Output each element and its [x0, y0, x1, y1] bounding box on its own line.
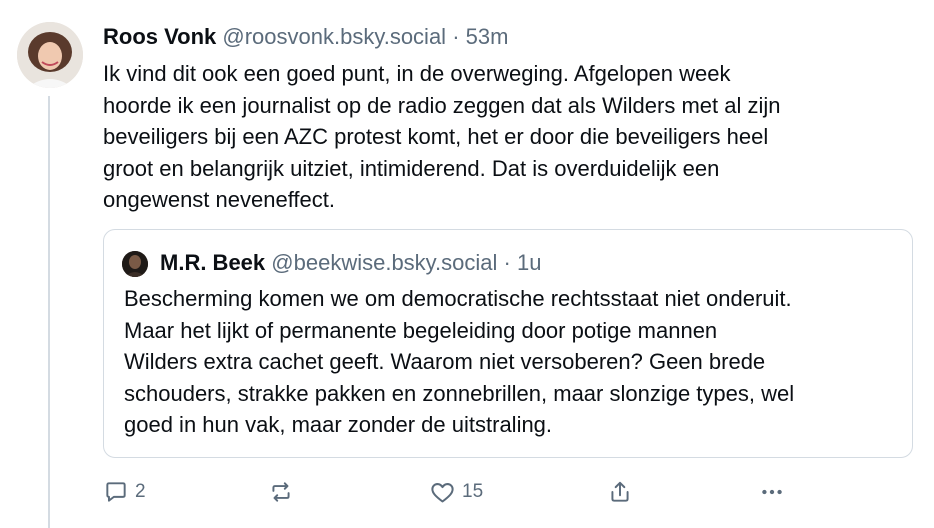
quote-text: Bescherming komen we om democratische re… — [124, 286, 795, 437]
quote-author-handle[interactable]: @beekwise.bsky.social — [271, 250, 497, 275]
quote-header: M.R. Beek @beekwise.bsky.social · 1u — [160, 249, 541, 277]
quote-author-name[interactable]: M.R. Beek — [160, 250, 265, 275]
more-icon — [762, 489, 782, 495]
like-button[interactable]: 15 — [429, 476, 483, 508]
avatar[interactable] — [17, 22, 83, 88]
more-button[interactable] — [759, 476, 785, 508]
post-text: Ik vind dit ook een goed punt, in de ove… — [103, 61, 781, 212]
separator: · — [452, 24, 460, 49]
repost-icon — [272, 482, 290, 502]
heart-icon — [431, 482, 454, 503]
quote-post[interactable]: M.R. Beek @beekwise.bsky.social · 1u Bes… — [103, 229, 913, 458]
author-handle[interactable]: @roosvonk.bsky.social — [222, 24, 446, 49]
avatar-image — [17, 22, 83, 88]
repost-button[interactable] — [268, 476, 294, 508]
reply-icon — [106, 482, 126, 502]
action-bar: 2 15 — [103, 476, 803, 508]
reply-button[interactable]: 2 — [103, 476, 146, 508]
thread-line — [48, 96, 50, 528]
post-header: Roos Vonk @roosvonk.bsky.social · 53m — [103, 23, 508, 51]
share-button[interactable] — [607, 476, 633, 508]
post-time[interactable]: 53m — [466, 24, 509, 49]
author-name[interactable]: Roos Vonk — [103, 24, 216, 49]
quote-avatar[interactable] — [122, 251, 148, 277]
quote-separator: · — [503, 250, 511, 275]
quote-avatar-image — [122, 251, 148, 277]
share-icon — [611, 481, 629, 502]
reply-count: 2 — [135, 481, 146, 502]
quote-time[interactable]: 1u — [517, 250, 541, 275]
like-count: 15 — [462, 481, 484, 502]
